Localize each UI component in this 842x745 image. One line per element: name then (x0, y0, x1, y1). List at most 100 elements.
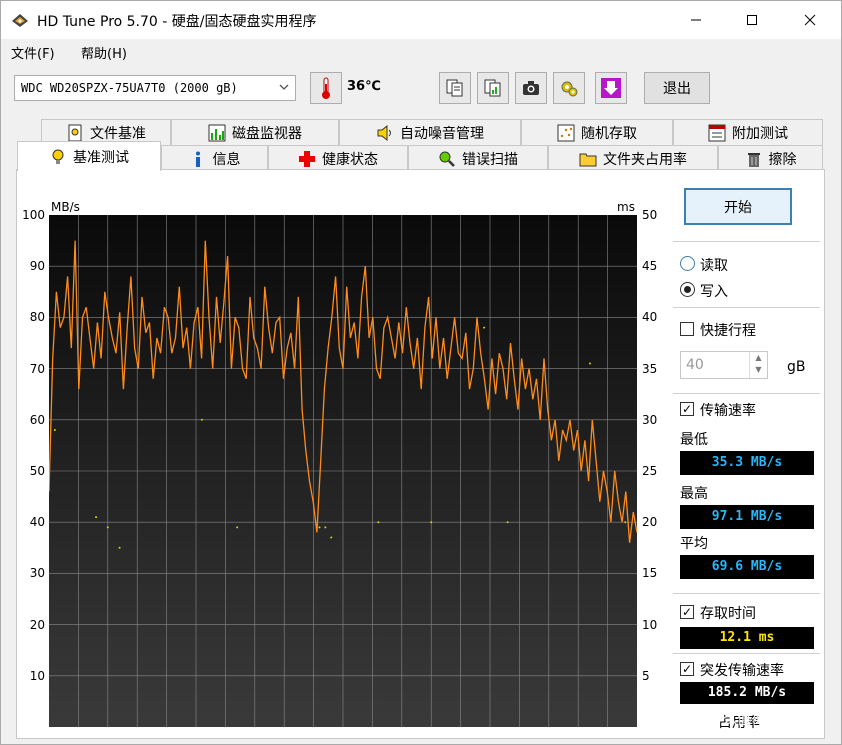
quick-size-unit: gB (787, 359, 806, 375)
read-label: 读取 (700, 258, 728, 274)
left-tick-label: 100 (22, 208, 45, 222)
tab-label: 擦除 (768, 151, 797, 168)
title-bar: HD Tune Pro 5.70 - 硬盘/固态硬盘实用程序 (1, 1, 841, 39)
transfer-rate-checkbox[interactable]: ✓ (680, 402, 694, 416)
tab-label: 随机存取 (581, 125, 637, 142)
menu-help[interactable]: 帮助(H) (81, 43, 127, 62)
tab-label: 文件基准 (90, 125, 146, 142)
avg-label: 平均 (680, 536, 708, 552)
maximize-button[interactable] (729, 1, 775, 39)
svg-text:值: 值 (682, 712, 696, 728)
left-tick-label: 50 (29, 464, 45, 478)
camera-icon (523, 81, 539, 95)
access-time-point (318, 526, 321, 529)
write-radio[interactable] (680, 282, 695, 297)
minimize-icon (691, 19, 701, 21)
tab-extra-tests[interactable]: 附加测试 (673, 119, 823, 145)
tab-info[interactable]: 信息 (161, 145, 268, 171)
access-time-point (324, 526, 327, 529)
access-time-point (200, 418, 203, 421)
write-label: 写入 (700, 284, 728, 300)
tab-health[interactable]: 健康状态 (268, 145, 408, 171)
access-time-point (430, 521, 433, 524)
options-button[interactable] (553, 72, 585, 104)
burst-rate-label: 突发传输速率 (700, 663, 784, 679)
left-axis-unit: MB/s (51, 200, 80, 214)
tab-label: 信息 (212, 151, 241, 168)
drive-select[interactable]: WDC WD20SPZX-75UA7T0 (2000 gB) (14, 75, 296, 101)
health-cross-icon (299, 150, 315, 167)
access-time-checkbox[interactable]: ✓ (680, 605, 694, 619)
temperature-button[interactable] (310, 72, 342, 104)
copy-text-button[interactable] (439, 72, 471, 104)
left-tick-label: 80 (29, 310, 45, 325)
tab-label: 磁盘监视器 (232, 125, 302, 142)
extra-tests-icon (708, 124, 726, 141)
close-icon (804, 14, 816, 26)
tab-error-scan[interactable]: 错误扫描 (408, 145, 548, 171)
thermometer-icon (322, 77, 330, 99)
quick-size-stepper[interactable]: 40 ▲ ▼ (680, 351, 768, 379)
start-button[interactable]: 开始 (684, 188, 792, 225)
save-button[interactable] (595, 72, 627, 104)
screenshot-button[interactable] (515, 72, 547, 104)
divider (673, 393, 820, 394)
info-icon (195, 151, 200, 167)
minimize-button[interactable] (673, 1, 719, 39)
divider (673, 593, 820, 594)
access-time-point (483, 326, 486, 329)
tab-label: 自动噪音管理 (400, 125, 484, 142)
access-time-label: 存取时间 (700, 606, 756, 622)
tab-label: 附加测试 (732, 125, 788, 142)
chevron-down-icon (279, 84, 289, 90)
max-label: 最高 (680, 486, 708, 502)
right-tick-label: 40 (642, 310, 658, 325)
transfer-rate-graph (49, 215, 637, 727)
app-logo-icon (12, 14, 28, 27)
magnifier-icon (439, 151, 455, 167)
graph-grid (49, 215, 637, 727)
watermark-text: 什么值得买 (709, 712, 779, 728)
access-time-point (624, 521, 627, 524)
copy-image-button[interactable] (477, 72, 509, 104)
menu-file[interactable]: 文件(F) (11, 43, 55, 62)
avg-value: 69.6 MB/s (680, 555, 814, 579)
exit-button[interactable]: 退出 (644, 72, 710, 104)
left-tick-label: 40 (29, 515, 45, 530)
tab-random-access[interactable]: 随机存取 (521, 119, 673, 145)
lightbulb-icon (52, 149, 64, 164)
left-tick-label: 60 (29, 412, 45, 427)
access-time-point (588, 362, 591, 365)
right-tick-label: 15 (642, 566, 658, 581)
tab-benchmark[interactable]: 基准测试 (17, 141, 161, 171)
left-tick-label: 30 (29, 566, 45, 581)
min-value: 35.3 MB/s (680, 451, 814, 475)
access-time-point (236, 526, 239, 529)
tab-disk-monitor[interactable]: 磁盘监视器 (171, 119, 339, 145)
burst-rate-checkbox[interactable]: ✓ (680, 662, 694, 676)
close-button[interactable] (787, 1, 833, 39)
speaker-icon (377, 124, 391, 141)
transfer-rate-label: 传输速率 (700, 403, 756, 419)
tab-label: 错误扫描 (462, 151, 518, 168)
access-time-point (106, 526, 109, 529)
trash-icon (747, 152, 760, 167)
download-arrow-icon (601, 78, 621, 98)
tab-folder-usage[interactable]: 文件夹占用率 (548, 145, 718, 171)
window-title: HD Tune Pro 5.70 - 硬盘/固态硬盘实用程序 (37, 14, 317, 30)
quick-label: 快捷行程 (700, 323, 756, 339)
min-label: 最低 (680, 432, 708, 448)
quick-checkbox[interactable] (680, 322, 694, 336)
left-tick-label: 10 (29, 668, 45, 683)
stepper-arrows[interactable]: ▲ ▼ (749, 352, 767, 378)
tab-erase[interactable]: 擦除 (718, 145, 823, 171)
read-radio[interactable] (680, 256, 695, 271)
tab-label: 文件夹占用率 (603, 151, 687, 168)
tab-noise-management[interactable]: 自动噪音管理 (339, 119, 521, 145)
max-value: 97.1 MB/s (680, 505, 814, 529)
copy-document-icon (446, 79, 463, 97)
temperature-value: 36℃ (347, 79, 381, 94)
access-time-point (377, 521, 380, 524)
tab-label: 基准测试 (73, 149, 129, 166)
right-tick-label: 25 (642, 464, 658, 478)
